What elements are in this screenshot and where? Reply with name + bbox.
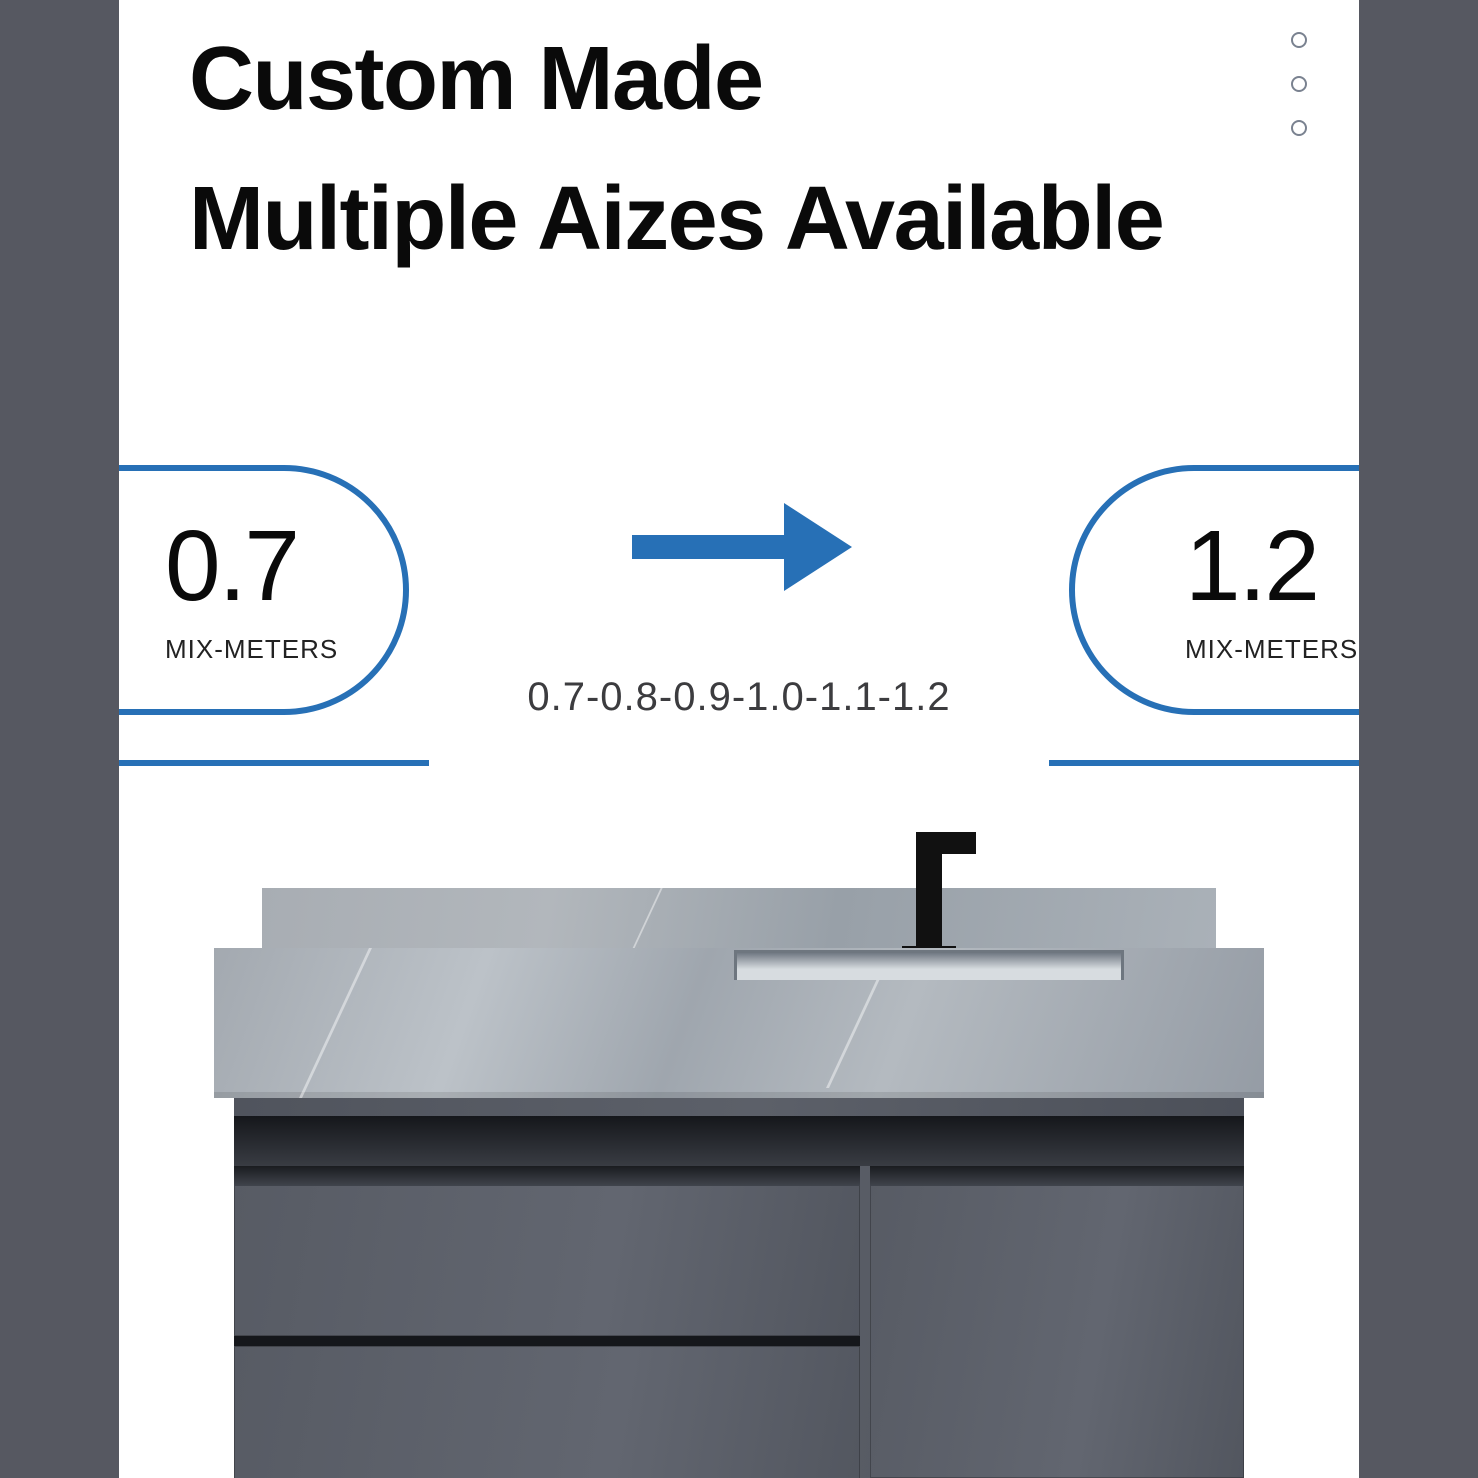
heading-line-2: Multiple Aizes Available xyxy=(189,150,1163,290)
cabinet-door xyxy=(870,1166,1244,1478)
max-size-unit: MIX-METERS xyxy=(1185,634,1359,665)
drawer-divider xyxy=(234,1336,860,1346)
rule-line-left xyxy=(119,760,429,766)
sizes-enumeration: 0.7-0.8-0.9-1.0-1.1-1.2 xyxy=(119,675,1359,720)
heading: Custom Made Multiple Aizes Available xyxy=(189,10,1163,289)
vanity-product-image xyxy=(214,888,1264,1478)
max-size-value: 1.2 xyxy=(1185,516,1359,616)
decorative-dots xyxy=(1291,32,1307,136)
rule-line-right xyxy=(1049,760,1359,766)
cabinet-body xyxy=(234,1098,1244,1478)
cabinet-handle-channel xyxy=(234,1116,1244,1166)
arrow-right-icon xyxy=(624,497,854,597)
faucet-icon xyxy=(916,832,942,952)
decorative-dot-icon xyxy=(1291,76,1307,92)
product-spec-card: Custom Made Multiple Aizes Available 0.7… xyxy=(119,0,1359,1478)
sink-basin xyxy=(734,950,1124,980)
cabinet-drawer-lower xyxy=(234,1346,860,1478)
min-size-unit: MIX-METERS xyxy=(165,634,403,665)
cabinet-drawer-upper xyxy=(234,1166,860,1336)
decorative-dot-icon xyxy=(1291,32,1307,48)
heading-line-1: Custom Made xyxy=(189,10,1163,150)
size-range: 0.7 MIX-METERS 1.2 MIX-METERS 0.7-0.8-0.… xyxy=(119,465,1359,775)
min-size-value: 0.7 xyxy=(165,516,403,616)
decorative-dot-icon xyxy=(1291,120,1307,136)
